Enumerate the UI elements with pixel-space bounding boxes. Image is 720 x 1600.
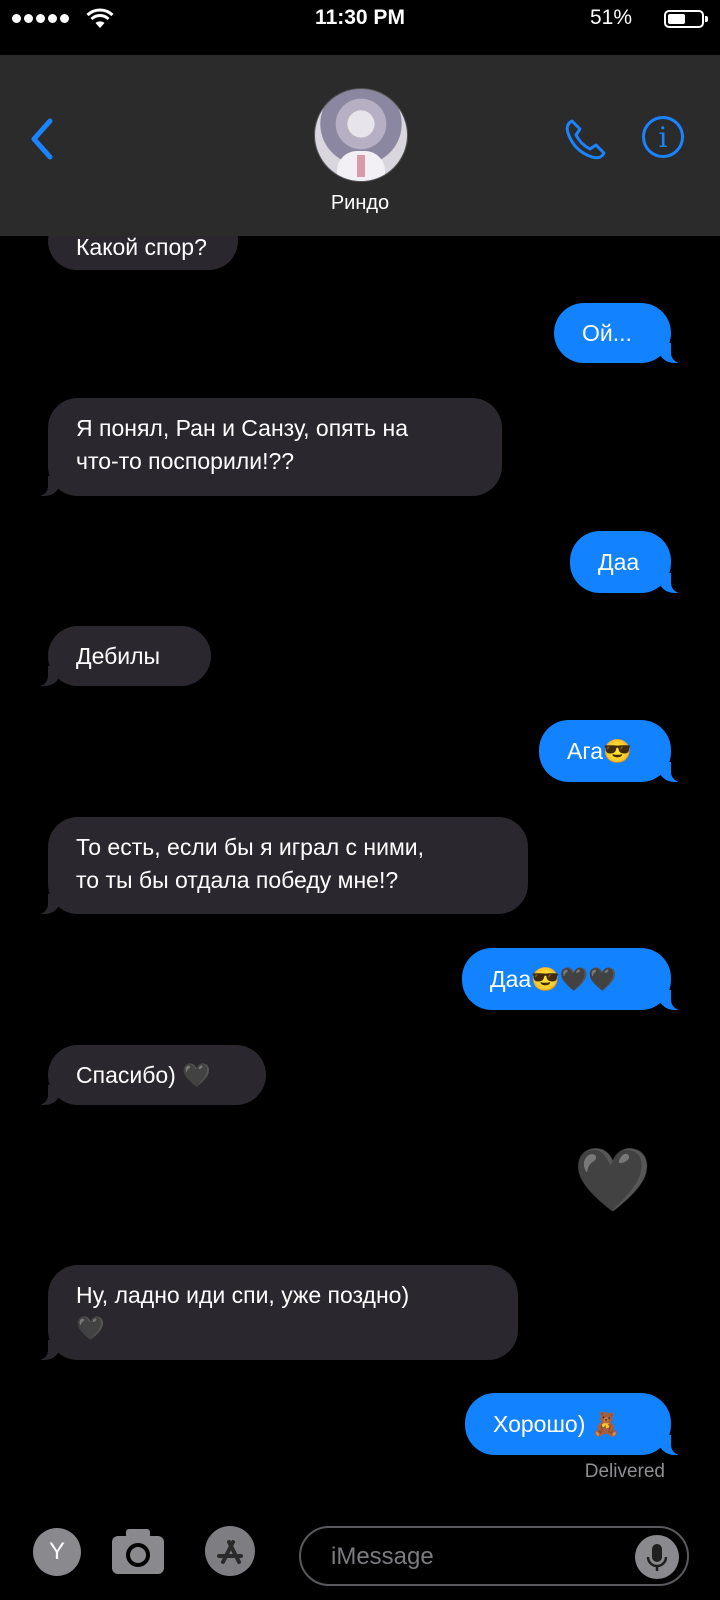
message-text: то ты бы отдала победу мне!? xyxy=(76,867,399,893)
message-incoming[interactable]: Я понял, Ран и Санзу, опять на что-то по… xyxy=(38,398,502,496)
message-text: Я понял, Ран и Санзу, опять на xyxy=(76,415,409,441)
message-incoming[interactable]: Спасибо) 🖤 xyxy=(38,1045,266,1105)
message-incoming[interactable]: Ну, ладно иди спи, уже поздно) 🖤 xyxy=(38,1265,518,1360)
message-text: Спасибо) 🖤 xyxy=(76,1062,211,1088)
message-text: Ой... xyxy=(582,320,632,346)
app-store-icon[interactable] xyxy=(205,1526,255,1576)
message-text: Дебилы xyxy=(76,643,161,669)
phone-icon[interactable] xyxy=(562,117,608,163)
app-drawer-button[interactable]: Y xyxy=(33,1528,81,1576)
battery-icon xyxy=(664,10,708,28)
imessage-input[interactable]: iMessage xyxy=(299,1526,689,1586)
message-outgoing[interactable]: Даа😎🖤🖤 xyxy=(462,948,681,1010)
message-composer: Y iMessage xyxy=(0,1510,720,1600)
back-chevron-icon[interactable] xyxy=(28,117,56,161)
delivered-status: Delivered xyxy=(584,1461,665,1482)
battery-percent: 51% xyxy=(589,6,632,29)
info-icon[interactable]: i xyxy=(642,116,684,158)
status-bar: 11:30 PM 51% xyxy=(0,0,720,36)
message-incoming[interactable]: То есть, если бы я играл с ними, то ты б… xyxy=(38,817,528,914)
message-text: Даа xyxy=(598,549,640,575)
message-outgoing[interactable]: Ой... xyxy=(554,303,681,363)
message-thread: Какой спор? Ой... Я понял, Ран и Санзу, … xyxy=(0,0,720,1600)
message-incoming[interactable]: Дебилы xyxy=(38,626,211,686)
message-text: Какой спор? xyxy=(76,234,207,260)
message-outgoing[interactable]: Ага😎 xyxy=(539,720,681,782)
message-text: То есть, если бы я играл с ними, xyxy=(76,834,425,860)
message-text: 🖤 xyxy=(574,1146,652,1215)
message-outgoing[interactable]: Даа xyxy=(570,531,681,593)
message-text: Даа😎🖤🖤 xyxy=(490,966,618,992)
message-text: Ага😎 xyxy=(567,738,632,764)
imessage-placeholder: iMessage xyxy=(331,1543,434,1570)
message-text: что-то поспорили!?? xyxy=(76,448,295,474)
message-text: Хорошо) 🧸 xyxy=(493,1411,621,1437)
microphone-icon[interactable] xyxy=(635,1535,679,1579)
black-heart-emoji-message[interactable]: 🖤 xyxy=(574,1146,651,1216)
contact-avatar[interactable] xyxy=(314,88,408,182)
contact-name[interactable]: Риндо xyxy=(0,192,720,215)
camera-icon[interactable] xyxy=(110,1524,166,1576)
message-outgoing[interactable]: Хорошо) 🧸 xyxy=(465,1393,681,1455)
message-text: 🖤 xyxy=(76,1315,105,1341)
conversation-header: Риндо i xyxy=(0,55,720,236)
status-bar-background: 11:30 PM 51% xyxy=(0,0,720,55)
message-text: Ну, ладно иди спи, уже поздно) xyxy=(76,1282,410,1308)
